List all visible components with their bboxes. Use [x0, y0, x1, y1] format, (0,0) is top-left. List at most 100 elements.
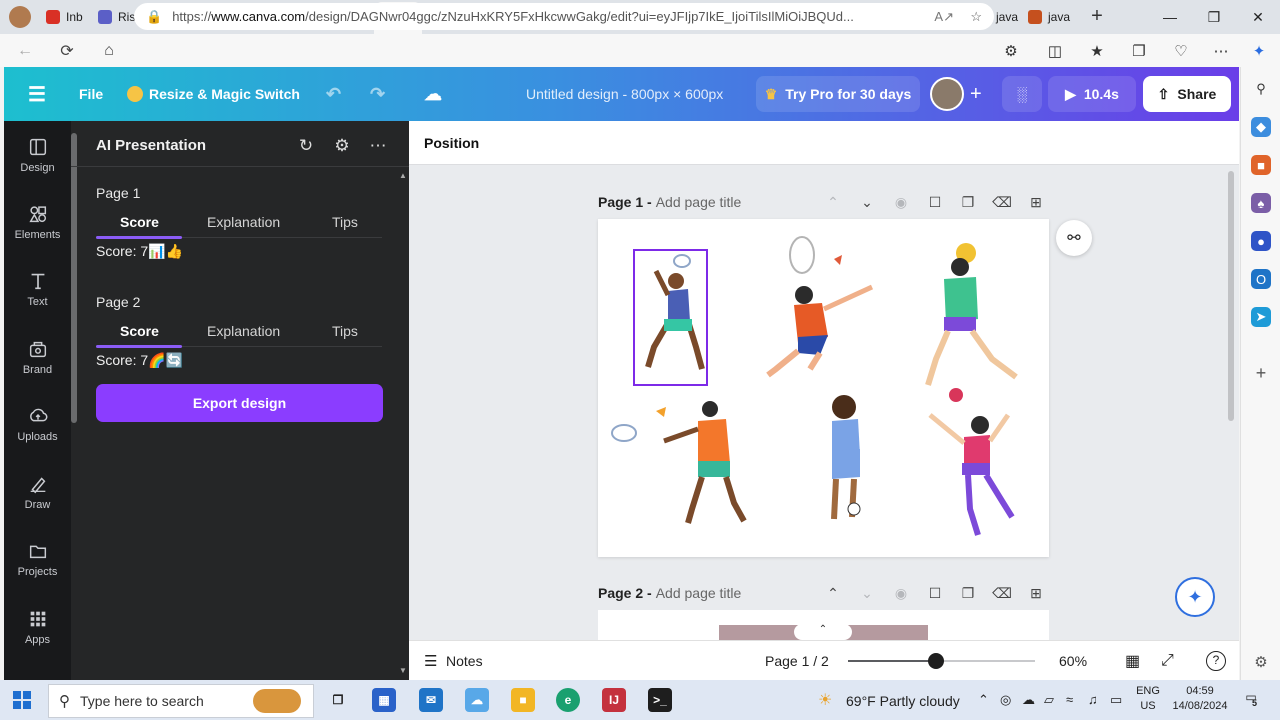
browser-essentials-icon[interactable]: ♡	[1170, 40, 1192, 62]
collections-icon[interactable]: ❐	[1128, 40, 1150, 62]
zoom-level[interactable]: 60%	[1059, 653, 1087, 669]
copilot-icon[interactable]: ✦	[1248, 40, 1270, 62]
chevron-up-icon[interactable]: ⌃	[822, 582, 844, 604]
panel-scrollbar[interactable]	[71, 133, 77, 423]
tray-meet-icon[interactable]: ◎	[1000, 692, 1011, 708]
page-1-canvas[interactable]	[598, 219, 1049, 557]
taskbar-search-input[interactable]: ⚲ Type here to search	[48, 684, 314, 718]
rail-item-projects[interactable]: Projects	[4, 529, 71, 589]
home-icon[interactable]: ⌂	[92, 36, 126, 66]
hide-page-eye-icon[interactable]: ◉	[890, 582, 912, 604]
hide-page-eye-icon[interactable]: ◉	[890, 191, 912, 213]
try-pro-button[interactable]: ♛ Try Pro for 30 days	[756, 76, 920, 112]
duplicate-page-icon[interactable]: ❐	[957, 582, 979, 604]
add-comment-button[interactable]: ⚯	[1056, 220, 1092, 256]
profile-avatar[interactable]	[0, 0, 40, 34]
send-icon[interactable]: ➤	[1251, 307, 1271, 327]
file-explorer-icon[interactable]: ■	[511, 688, 535, 712]
rail-item-text[interactable]: Text	[4, 259, 71, 319]
new-tab-plus-icon[interactable]: +	[1086, 6, 1108, 28]
store-app-icon[interactable]: ▦	[372, 688, 396, 712]
chevron-down-icon[interactable]: ⌄	[856, 191, 878, 213]
extensions-icon[interactable]: ⚙	[1000, 40, 1022, 62]
position-button[interactable]: Position	[424, 135, 479, 151]
task-view-icon[interactable]: ❐	[326, 688, 350, 712]
undo-icon[interactable]: ↶	[326, 67, 341, 121]
tag-icon[interactable]: ◆	[1251, 117, 1271, 137]
sidebar-settings-gear-icon[interactable]: ⚙	[1251, 652, 1271, 672]
more-options-icon[interactable]: ⋯	[367, 135, 389, 157]
rail-item-draw[interactable]: Draw	[4, 462, 71, 522]
outlook-icon[interactable]: O	[1251, 269, 1271, 289]
refresh-icon[interactable]: ↻	[295, 135, 317, 157]
notes-button[interactable]: Notes	[446, 653, 483, 669]
cloud-saved-icon[interactable]: ☁	[424, 67, 442, 121]
zoom-slider-thumb[interactable]	[927, 653, 944, 669]
tab-score-page-1[interactable]: Score	[120, 214, 159, 230]
tab-tips-page-1[interactable]: Tips	[332, 214, 358, 230]
read-aloud-icon[interactable]: A↗	[934, 9, 954, 25]
favorites-icon[interactable]: ★	[1086, 40, 1108, 62]
add-sidebar-plus-icon[interactable]: +	[1251, 363, 1271, 383]
hamburger-menu-icon[interactable]: ☰	[28, 67, 46, 121]
weather-text[interactable]: 69°F Partly cloudy	[846, 693, 960, 709]
add-collaborator-plus-icon[interactable]: +	[970, 67, 982, 121]
photos-app-icon[interactable]: ☁	[465, 688, 489, 712]
badminton-player-figure[interactable]	[645, 254, 705, 370]
windows-start-icon[interactable]	[13, 691, 31, 709]
soccer-player-figure[interactable]	[831, 395, 861, 520]
tray-network-icon[interactable]: ▱	[1044, 692, 1054, 708]
page-indicator[interactable]: Page 1 / 2	[765, 653, 829, 669]
tray-wifi-icon[interactable]: ≈	[1066, 692, 1073, 707]
badminton-player-jumping-figure[interactable]	[766, 236, 874, 378]
page-1-title-input[interactable]: Add page title	[656, 194, 742, 210]
favorite-star-icon[interactable]: ☆	[970, 9, 982, 25]
tab-tips-page-2[interactable]: Tips	[332, 323, 358, 339]
delete-page-icon[interactable]: ⌫	[991, 582, 1013, 604]
file-menu-button[interactable]: File	[79, 67, 103, 121]
browser-tab[interactable]: java	[1022, 2, 1074, 32]
page-2-canvas[interactable]: ⌃	[598, 610, 1049, 640]
fullscreen-icon[interactable]: ⤢	[1161, 652, 1174, 670]
rail-item-apps[interactable]: Apps	[4, 597, 71, 657]
help-icon[interactable]: ?	[1206, 650, 1226, 671]
tray-cloud-icon[interactable]: ☁	[1022, 692, 1035, 708]
redo-icon[interactable]: ↷	[370, 67, 385, 121]
user-avatar[interactable]	[930, 77, 964, 111]
shopping-icon[interactable]: ■	[1251, 155, 1271, 175]
terminal-app-icon[interactable]: >_	[648, 688, 672, 712]
tray-chevron-up-icon[interactable]: ⌃	[978, 692, 989, 708]
rail-item-brand[interactable]: Brand	[4, 327, 71, 387]
export-design-button[interactable]: Export design	[96, 384, 383, 422]
add-page-icon[interactable]: ⊞	[1025, 191, 1047, 213]
badminton-player-orange-figure[interactable]	[611, 401, 747, 524]
notification-center-icon[interactable]: ▭ 5	[1240, 690, 1262, 710]
games-icon[interactable]: ♠	[1251, 193, 1271, 213]
scroll-down-arrow-icon[interactable]: ▼	[399, 666, 407, 675]
delete-page-icon[interactable]: ⌫	[991, 191, 1013, 213]
reload-icon[interactable]: ⟳	[50, 36, 84, 66]
settings-gear-icon[interactable]: ⚙	[331, 135, 353, 157]
tab-score-page-2[interactable]: Score	[120, 323, 159, 339]
add-page-icon[interactable]: ⊞	[1025, 582, 1047, 604]
back-arrow-icon[interactable]: ←	[8, 36, 42, 66]
minimize-button[interactable]: —	[1148, 0, 1192, 34]
document-title[interactable]: Untitled design - 800px × 600px	[526, 67, 723, 121]
tray-volume-icon[interactable]: ♫	[1088, 692, 1098, 707]
rail-item-elements[interactable]: Elements	[4, 192, 71, 252]
edge-browser-icon[interactable]: e	[556, 688, 580, 712]
tab-explanation-page-2[interactable]: Explanation	[207, 323, 280, 339]
chevron-up-icon[interactable]: ⌃	[822, 191, 844, 213]
magic-assistant-sparkle-icon[interactable]: ✦	[1175, 577, 1215, 617]
maximize-button[interactable]: ❐	[1192, 0, 1236, 34]
rail-item-uploads[interactable]: Uploads	[4, 394, 71, 454]
chevron-down-icon[interactable]: ⌄	[856, 582, 878, 604]
language-indicator[interactable]: ENG US	[1134, 684, 1162, 714]
volleyball-player-figure[interactable]	[925, 243, 1018, 402]
share-button[interactable]: ⇧ Share	[1143, 76, 1231, 112]
browser-tab[interactable]: Inb	[40, 2, 92, 32]
tab-explanation-page-1[interactable]: Explanation	[207, 214, 280, 230]
clock[interactable]: 04:59 14/08/2024	[1172, 684, 1228, 714]
search-icon[interactable]: ⚲	[1251, 79, 1271, 99]
volleyball-player-pink-figure[interactable]	[928, 413, 1015, 536]
